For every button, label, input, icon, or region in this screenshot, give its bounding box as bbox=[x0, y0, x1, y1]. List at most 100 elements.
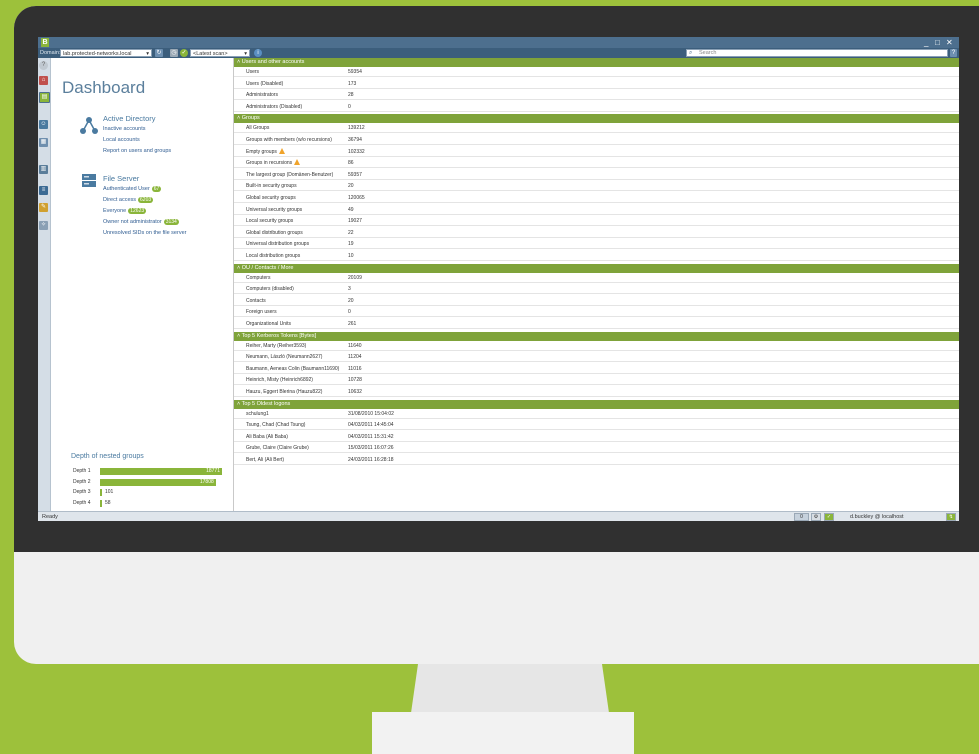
row-value: 0 bbox=[348, 103, 351, 110]
table-row[interactable]: Tsung, Chad (Chad Tsung) 04/03/2011 14:45… bbox=[234, 421, 959, 431]
link-inactive-accounts[interactable]: Inactive accounts bbox=[103, 126, 146, 132]
link-everyone[interactable]: Everyone 12623 bbox=[103, 208, 147, 214]
documents-icon[interactable]: ≡ bbox=[39, 186, 48, 195]
section-header-kerberos[interactable]: ˄ Top 5 Kerberos Tokens [Bytes] bbox=[234, 331, 959, 341]
table-row[interactable]: Users 59354 bbox=[234, 68, 959, 77]
info-icon[interactable]: i bbox=[254, 49, 262, 57]
tools-icon[interactable]: ✧ bbox=[39, 221, 48, 230]
maximize-button[interactable]: □ bbox=[935, 37, 940, 48]
row-label-text: Organizational Units bbox=[246, 321, 292, 327]
table-row[interactable]: Built-in security groups 20 bbox=[234, 182, 959, 192]
row-value: 0 bbox=[348, 309, 351, 316]
row-label-text: Administrators bbox=[246, 92, 278, 99]
table-row[interactable]: The largest group (Domänen-Benutzer) 5935… bbox=[234, 171, 959, 180]
link-label: Authenticated User bbox=[103, 186, 150, 192]
section-header-ou[interactable]: ˄ OU / Contacts / More bbox=[234, 263, 959, 273]
search-icon: ⌕ bbox=[689, 50, 693, 56]
depth-label: Depth 2 bbox=[73, 478, 91, 485]
connection-icon: ✓ bbox=[824, 513, 834, 521]
table-row[interactable]: Hauzu, Eggert Blerina (Hauzu822) 10632 bbox=[234, 388, 959, 397]
row-label-text: All Groups bbox=[246, 125, 270, 132]
table-row[interactable]: Contacts 20 bbox=[234, 297, 959, 306]
section-title: Top 5 Oldest logons bbox=[241, 400, 291, 407]
help-icon[interactable]: ? bbox=[39, 61, 48, 70]
row-label-text: Baumann, Aeneas Colin (Baumann11690) bbox=[246, 365, 340, 372]
search-placeholder: Search bbox=[699, 50, 717, 56]
app-logo-icon: B bbox=[41, 38, 49, 47]
scan-select-value: <Latest scan> bbox=[193, 51, 228, 57]
row-label: Global security groups bbox=[246, 194, 296, 202]
settings-icon[interactable]: ⚙ bbox=[811, 513, 821, 521]
table-row[interactable]: Universal security groups 49 bbox=[234, 206, 959, 215]
table-row[interactable]: Computers (disabled) 3 bbox=[234, 285, 959, 295]
table-row[interactable]: Foreign users 0 bbox=[234, 308, 959, 318]
table-row[interactable]: All Groups 139212 bbox=[234, 124, 959, 134]
scan-select[interactable]: <Latest scan> ▾ bbox=[190, 49, 250, 57]
table-row[interactable]: Heinrich, Misty (Heinrich6892) 10728 bbox=[234, 376, 959, 386]
row-label: Universal security groups bbox=[246, 206, 302, 214]
edit-icon[interactable]: ✎ bbox=[39, 203, 48, 212]
table-row[interactable]: Neumann, László (Neumann2627) 11204 bbox=[234, 353, 959, 363]
sync-icon[interactable]: ↯ bbox=[946, 513, 956, 521]
table-row[interactable]: Grube, Claire (Claire Grube) 15/03/2011 1… bbox=[234, 444, 959, 454]
minimize-button[interactable]: _ bbox=[924, 37, 928, 48]
row-label: Users bbox=[246, 68, 259, 76]
calendar-icon[interactable]: ▥ bbox=[39, 165, 48, 174]
table-row[interactable]: Empty groups 102332 bbox=[234, 147, 959, 157]
row-value: 28 bbox=[348, 92, 354, 99]
search-input[interactable]: ⌕ Search bbox=[686, 49, 948, 57]
table-row[interactable]: Baumann, Aeneas Colin (Baumann11690) 1101… bbox=[234, 365, 959, 374]
link-authenticated-user[interactable]: Authenticated User 67 bbox=[103, 186, 162, 192]
row-label: Ali Baba (Ali Baba) bbox=[246, 433, 288, 441]
link-report-users-groups[interactable]: Report on users and groups bbox=[103, 148, 171, 154]
row-label-text: Groups in recursions bbox=[246, 160, 293, 167]
table-row[interactable]: Groups in recursions 86 bbox=[234, 159, 959, 169]
row-value: 10 bbox=[348, 253, 354, 259]
table-row[interactable]: Global distribution groups 22 bbox=[234, 229, 959, 238]
table-row[interactable]: Organizational Units 261 bbox=[234, 320, 959, 329]
table-row[interactable]: Global security groups 120065 bbox=[234, 194, 959, 203]
depth-bar: 17808 bbox=[100, 478, 216, 486]
close-button[interactable]: ✕ bbox=[946, 37, 953, 48]
toolbar: Domain: lab.protected-networks.local ▾ ↻… bbox=[38, 48, 959, 58]
row-label-text: The largest group (Domänen-Benutzer) bbox=[246, 171, 334, 178]
table-row[interactable]: schulung1 31/08/2010 15:04:02 bbox=[234, 410, 959, 419]
section-header-logons[interactable]: ˄ Top 5 Oldest logons bbox=[234, 399, 959, 409]
home-icon[interactable]: ⌂ bbox=[39, 76, 48, 85]
table-row[interactable]: Universal distribution groups 19 bbox=[234, 240, 959, 250]
row-label: All Groups bbox=[246, 124, 269, 132]
dashboard-icon[interactable]: ▤ bbox=[39, 92, 50, 103]
section-header-groups[interactable]: ˄ Groups bbox=[234, 114, 959, 124]
users-icon[interactable]: ☺ bbox=[39, 120, 48, 129]
app-window: B _ □ ✕ Domain: lab.protected-networks.l… bbox=[38, 37, 959, 521]
table-row[interactable]: Ali Baba (Ali Baba) 04/03/2011 15:31:42 bbox=[234, 433, 959, 442]
refresh-domain-icon[interactable]: ↻ bbox=[155, 49, 163, 57]
table-row[interactable]: Local distribution groups 10 bbox=[234, 252, 959, 261]
report-icon[interactable]: ▦ bbox=[39, 138, 48, 147]
table-row[interactable]: Bert, Ali (Ali Bert) 24/03/2011 16:28:18 bbox=[234, 456, 959, 465]
table-row[interactable]: Computers 20109 bbox=[234, 274, 959, 283]
table-row[interactable]: Administrators (Disabled) 0 bbox=[234, 103, 959, 112]
section-header-users[interactable]: ˄ Users and other accounts bbox=[234, 58, 959, 67]
row-value: 20109 bbox=[348, 274, 362, 281]
table-row[interactable]: Reiher, Marty (Reiher3593) 11640 bbox=[234, 342, 959, 351]
domain-select[interactable]: lab.protected-networks.local ▾ bbox=[60, 49, 152, 57]
row-label-text: Bert, Ali (Ali Bert) bbox=[246, 457, 285, 463]
row-value: 11016 bbox=[348, 365, 362, 372]
table-row[interactable]: Local security groups 19027 bbox=[234, 217, 959, 227]
message-count[interactable]: 0 bbox=[794, 513, 809, 521]
table-row[interactable]: Groups with members (w/o recursions) 3679… bbox=[234, 136, 959, 145]
module-icon-strip: ? ⌂ ▤ ☺ ▦ ▥ ≡ ✎ ✧ bbox=[38, 58, 51, 511]
link-owner-not-admin[interactable]: Owner not administrator 3134 bbox=[103, 219, 179, 225]
link-local-accounts[interactable]: Local accounts bbox=[103, 137, 140, 143]
row-label-text: Universal distribution groups bbox=[246, 241, 310, 248]
link-unresolved-sids[interactable]: Unresolved SIDs on the file server bbox=[103, 230, 186, 236]
row-label: Hauzu, Eggert Blerina (Hauzu822) bbox=[246, 388, 322, 396]
search-options-icon[interactable]: ? bbox=[950, 49, 957, 57]
row-value: 10728 bbox=[348, 377, 362, 384]
link-direct-access[interactable]: Direct access 6203 bbox=[103, 197, 154, 203]
scan-history-icon[interactable]: ◷ bbox=[170, 49, 178, 57]
domain-select-value: lab.protected-networks.local bbox=[63, 51, 132, 57]
table-row[interactable]: Users (Disabled) 173 bbox=[234, 80, 959, 89]
table-row[interactable]: Administrators 28 bbox=[234, 91, 959, 101]
